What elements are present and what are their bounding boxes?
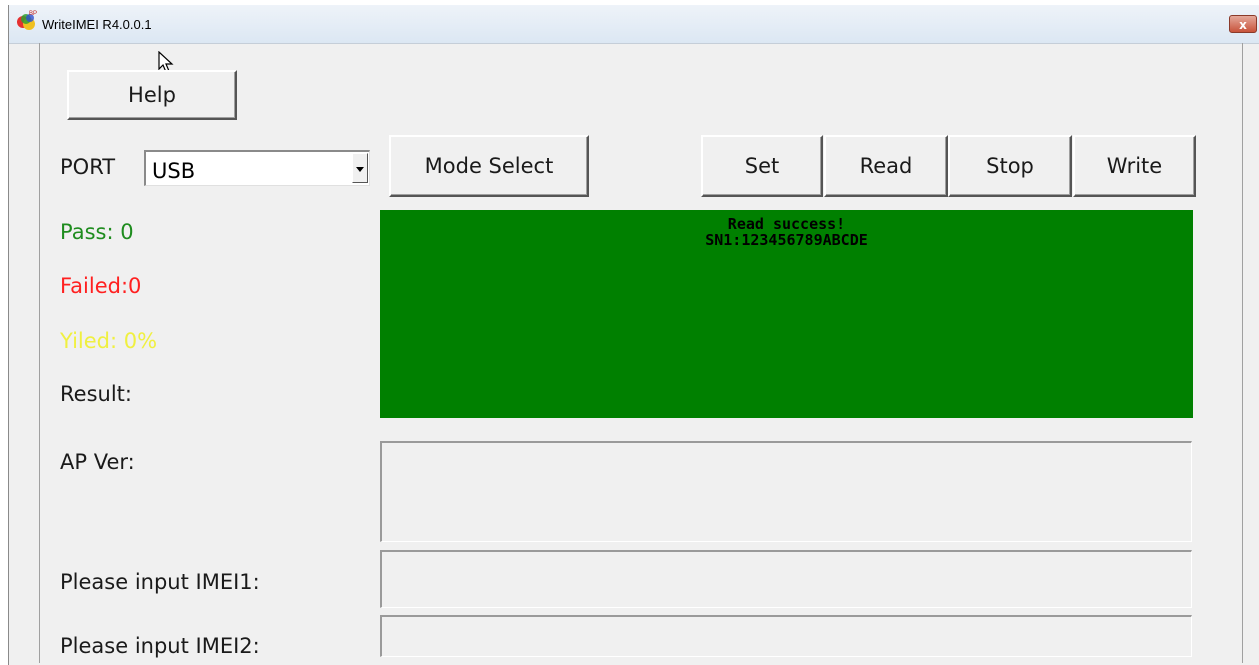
port-select[interactable]: USB (144, 150, 370, 186)
imei2-input[interactable] (382, 617, 1191, 656)
pass-count: Pass: 0 (60, 220, 134, 244)
chevron-down-icon[interactable] (352, 153, 368, 183)
stop-button[interactable]: Stop (948, 135, 1072, 197)
result-message: Read success! (727, 215, 846, 233)
result-display: Read success! SN1:123456789ABCDE (380, 210, 1193, 418)
close-button[interactable]: x (1229, 15, 1257, 33)
ap-version-display (380, 441, 1192, 542)
imei2-label: Please input IMEI2: (60, 634, 260, 658)
mode-select-button[interactable]: Mode Select (389, 135, 589, 197)
yield-percent: Yiled: 0% (60, 329, 158, 353)
imei1-input[interactable] (382, 552, 1191, 607)
read-button[interactable]: Read (824, 135, 948, 197)
help-button[interactable]: Help (67, 70, 237, 120)
result-label: Result: (60, 382, 132, 406)
failed-count: Failed:0 (60, 274, 142, 298)
app-logo-icon: BP (17, 11, 37, 30)
port-label: PORT (60, 155, 116, 179)
title-bar[interactable]: BP WriteIMEI R4.0.0.1 x (9, 5, 1259, 44)
ap-version-label: AP Ver: (60, 450, 135, 474)
result-serial: SN1:123456789ABCDE (705, 231, 868, 249)
imei1-label: Please input IMEI1: (60, 570, 260, 594)
port-select-value: USB (152, 159, 196, 183)
imei1-field[interactable] (380, 550, 1192, 608)
write-button[interactable]: Write (1073, 135, 1196, 197)
imei2-field[interactable] (380, 615, 1192, 657)
window-title: WriteIMEI R4.0.0.1 (42, 17, 152, 32)
set-button[interactable]: Set (701, 135, 823, 197)
svg-text:BP: BP (29, 11, 37, 17)
